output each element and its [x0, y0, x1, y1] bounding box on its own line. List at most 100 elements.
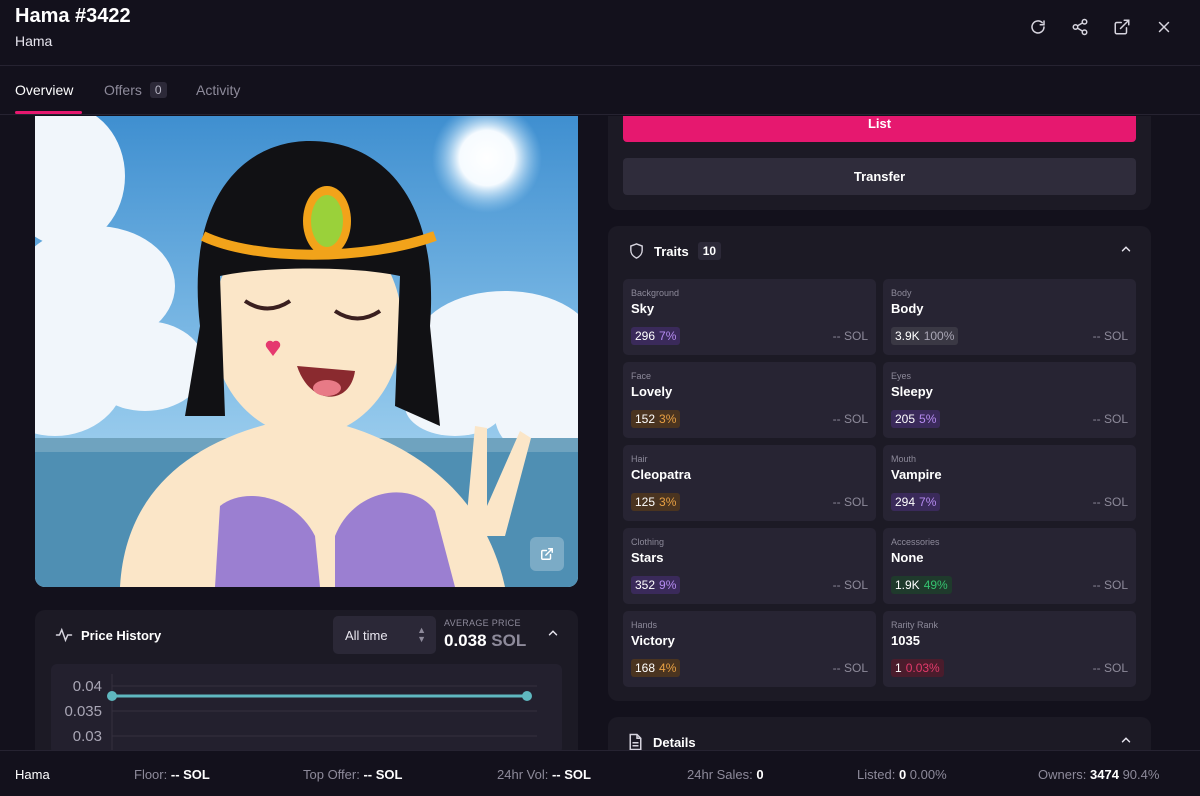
trait-card[interactable]: Eyes Sleepy 205 5% -- SOL — [883, 362, 1136, 438]
trait-value: Body — [891, 301, 924, 316]
trait-card[interactable]: Face Lovely 152 3% -- SOL — [623, 362, 876, 438]
sales-value: 0 — [756, 767, 764, 782]
trait-rarity-badge: 352 9% — [631, 576, 681, 594]
trait-rarity-badge: 296 7% — [631, 327, 681, 345]
trait-type: Face — [631, 371, 652, 381]
tab-overview-label: Overview — [15, 82, 74, 98]
listed-percent: 0.00% — [909, 767, 947, 782]
listed-stat: Listed: 0 0.00% — [857, 767, 947, 782]
owners-label: Owners: — [1038, 767, 1087, 782]
trait-rarity-badge: 3.9K 100% — [891, 327, 959, 345]
y-tick-label: 0.035 — [64, 703, 102, 720]
footer-collection-name[interactable]: Hama — [15, 767, 50, 782]
price-history-card: Price History All time ▲ ▼ AVERAGE PRICE … — [35, 610, 578, 750]
floor-value: -- SOL — [170, 767, 210, 782]
trait-card[interactable]: Body Body 3.9K 100% -- SOL — [883, 279, 1136, 355]
shield-icon — [630, 243, 643, 259]
trait-value: Sky — [631, 301, 655, 316]
trait-card[interactable]: Clothing Stars 352 9% -- SOL — [623, 528, 876, 604]
trait-count: 1 — [895, 661, 902, 675]
trait-floor-price: -- SOL — [832, 578, 868, 592]
collapse-traits-icon[interactable] — [1119, 242, 1133, 261]
trait-rarity-badge: 1 0.03% — [891, 659, 944, 677]
activity-pulse-icon — [55, 627, 73, 648]
close-icon[interactable] — [1148, 14, 1180, 40]
collapse-price-history-icon[interactable] — [546, 626, 560, 645]
trait-card[interactable]: Mouth Vampire 294 7% -- SOL — [883, 445, 1136, 521]
tab-overview[interactable]: Overview — [15, 82, 73, 98]
trait-card[interactable]: Hands Victory 168 4% -- SOL — [623, 611, 876, 687]
share-icon[interactable] — [1064, 14, 1096, 40]
details-title: Details — [653, 734, 696, 750]
traits-card: Traits 10 Background Sky 296 7% -- SOL Body Bo… — [608, 226, 1151, 701]
trait-value: 1035 — [891, 633, 920, 648]
volume-value: -- SOL — [551, 767, 591, 782]
trait-floor-price: -- SOL — [832, 329, 868, 343]
tab-offers-label: Offers — [104, 82, 142, 98]
trait-count: 3.9K — [895, 329, 920, 343]
list-button[interactable]: List — [623, 116, 1136, 142]
trait-type: Accessories — [891, 537, 940, 547]
trait-percent: 3% — [659, 412, 677, 426]
trait-count: 296 — [635, 329, 656, 343]
trait-percent: 49% — [923, 578, 948, 592]
trait-value: Cleopatra — [631, 467, 691, 482]
trait-card[interactable]: Background Sky 296 7% -- SOL — [623, 279, 876, 355]
trait-value: Sleepy — [891, 384, 933, 399]
refresh-icon[interactable] — [1022, 14, 1054, 40]
listed-label: Listed: — [857, 767, 896, 782]
trait-value: None — [891, 550, 924, 565]
trait-count: 205 — [895, 412, 916, 426]
trait-percent: 7% — [659, 329, 677, 343]
trait-floor-price: -- SOL — [1092, 578, 1128, 592]
external-link-icon[interactable] — [1106, 14, 1138, 40]
price-point[interactable] — [107, 691, 117, 701]
trait-percent: 5% — [919, 412, 937, 426]
trait-rarity-badge: 205 5% — [891, 410, 941, 428]
trait-rarity-badge: 1.9K 49% — [891, 576, 952, 594]
top-offer-value: -- SOL — [363, 767, 403, 782]
action-card: List Transfer — [608, 116, 1151, 210]
listed-value: 0 — [898, 767, 907, 782]
trait-percent: 4% — [659, 661, 677, 675]
owners-percent: 90.4% — [1122, 767, 1160, 782]
volume-label: 24hr Vol: — [497, 767, 549, 782]
price-point[interactable] — [522, 691, 532, 701]
tab-bar: Overview Offers 0 Activity — [0, 66, 1200, 115]
trait-type: Body — [891, 288, 912, 298]
trait-rarity-badge: 152 3% — [631, 410, 681, 428]
nft-image[interactable] — [35, 116, 578, 587]
item-title: Hama #3422 — [15, 5, 131, 27]
trait-card[interactable]: Rarity Rank 1035 1 0.03% -- SOL — [883, 611, 1136, 687]
sales-stat: 24hr Sales: 0 — [687, 767, 764, 782]
trait-rarity-badge: 294 7% — [891, 493, 941, 511]
offers-count-badge: 0 — [149, 82, 167, 98]
open-image-icon[interactable] — [530, 537, 564, 571]
transfer-button[interactable]: Transfer — [623, 158, 1136, 195]
collection-stats-bar: Hama Floor: -- SOL Top Offer: -- SOL 24h… — [0, 750, 1200, 796]
time-range-select[interactable]: All time ▲ ▼ — [333, 616, 436, 654]
trait-percent: 3% — [659, 495, 677, 509]
price-history-title: Price History — [81, 628, 162, 643]
owners-value: 3474 — [1090, 767, 1119, 782]
trait-card[interactable]: Accessories None 1.9K 49% -- SOL — [883, 528, 1136, 604]
trait-count: 125 — [635, 495, 656, 509]
top-offer-stat: Top Offer: -- SOL — [303, 767, 402, 782]
volume-stat: 24hr Vol: -- SOL — [497, 767, 591, 782]
floor-stat: Floor: -- SOL — [134, 767, 210, 782]
tab-activity[interactable]: Activity — [196, 82, 240, 98]
traits-title: Traits — [654, 243, 689, 259]
trait-percent: 9% — [659, 578, 677, 592]
trait-card[interactable]: Hair Cleopatra 125 3% -- SOL — [623, 445, 876, 521]
average-price-number: 0.038 — [444, 631, 487, 650]
trait-floor-price: -- SOL — [832, 412, 868, 426]
collection-name[interactable]: Hama — [15, 33, 52, 49]
trait-rarity-badge: 125 3% — [631, 493, 681, 511]
tab-offers[interactable]: Offers 0 — [104, 82, 167, 98]
trait-count: 152 — [635, 412, 656, 426]
trait-type: Rarity Rank — [891, 620, 939, 630]
trait-value: Vampire — [891, 467, 942, 482]
trait-floor-price: -- SOL — [1092, 329, 1128, 343]
average-price-label: AVERAGE PRICE — [444, 618, 521, 628]
trait-type: Hair — [631, 454, 648, 464]
